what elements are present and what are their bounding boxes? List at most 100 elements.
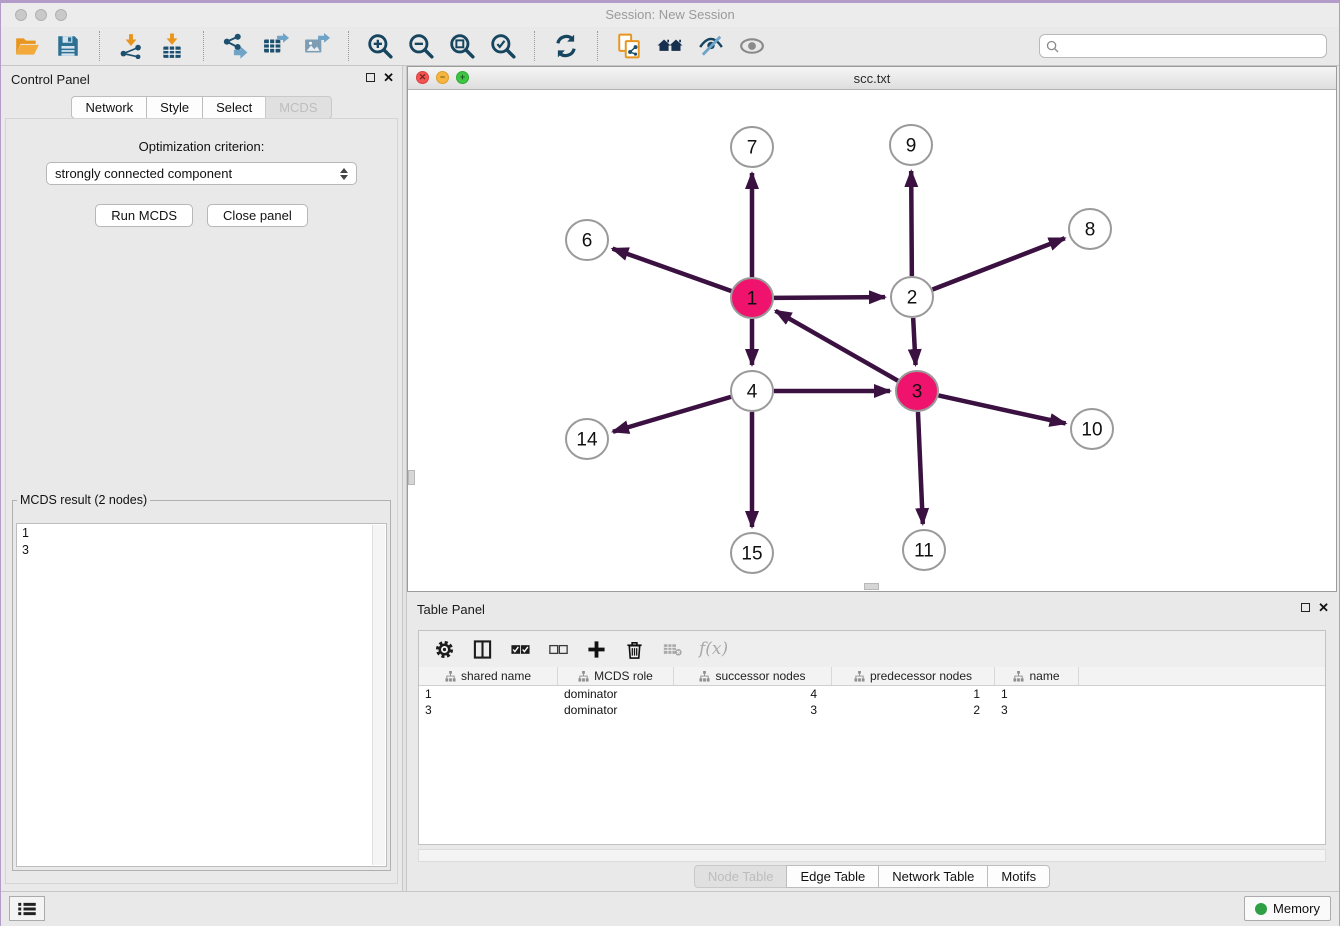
- show-columns-icon[interactable]: [471, 638, 493, 660]
- import-table-button[interactable]: [158, 32, 186, 60]
- open-session-button[interactable]: [13, 32, 41, 60]
- table-cell[interactable]: 3: [419, 702, 558, 718]
- column-header-mcds-role[interactable]: MCDS role: [558, 667, 674, 685]
- deselect-all-icon[interactable]: [547, 638, 569, 660]
- graph-node-label: 11: [914, 541, 934, 562]
- graph-node-11[interactable]: 11: [903, 530, 945, 570]
- graph-node-label: 2: [907, 288, 918, 309]
- table-cell[interactable]: dominator: [558, 686, 674, 702]
- column-header-name[interactable]: name: [995, 667, 1079, 685]
- graph-edge-2-9[interactable]: [911, 171, 912, 276]
- graph-node-label: 9: [906, 136, 917, 157]
- table-panel-title: Table Panel: [417, 602, 485, 617]
- zoom-in-button[interactable]: [366, 32, 394, 60]
- task-history-button[interactable]: [9, 896, 45, 921]
- table-tab-network-table[interactable]: Network Table: [878, 865, 988, 888]
- table-cell[interactable]: 2: [832, 702, 995, 718]
- graph-node-label: 7: [747, 138, 758, 159]
- network-canvas[interactable]: 1 2 3 4 6 7 8 9 10 11 14 15: [408, 89, 1336, 591]
- column-header-predecessor-nodes[interactable]: predecessor nodes: [832, 667, 995, 685]
- show-graphics-button[interactable]: [738, 32, 766, 60]
- graph-node-8[interactable]: 8: [1069, 209, 1111, 249]
- float-table-panel-icon[interactable]: [1301, 603, 1310, 612]
- graph-edge-1-2[interactable]: [774, 297, 885, 298]
- save-session-button[interactable]: [54, 32, 82, 60]
- table-row[interactable]: 3dominator323: [419, 702, 1325, 718]
- run-mcds-button[interactable]: Run MCDS: [95, 204, 193, 227]
- tab-select[interactable]: Select: [202, 96, 266, 119]
- table-cell[interactable]: 1: [832, 686, 995, 702]
- graph-node-2[interactable]: 2: [891, 277, 933, 317]
- network-window-titlebar[interactable]: ✕ − + scc.txt: [408, 67, 1336, 90]
- column-header-label: MCDS role: [594, 669, 653, 683]
- graph-node-4[interactable]: 4: [731, 371, 773, 411]
- graph-edge-1-6[interactable]: [612, 249, 731, 291]
- close-panel-button[interactable]: Close panel: [207, 204, 308, 227]
- table-cell[interactable]: 4: [674, 686, 832, 702]
- graph-node-7[interactable]: 7: [731, 127, 773, 167]
- tab-style[interactable]: Style: [146, 96, 203, 119]
- table-tab-motifs[interactable]: Motifs: [987, 865, 1050, 888]
- search-icon: [1046, 40, 1059, 53]
- add-row-icon[interactable]: [585, 638, 607, 660]
- import-network-button[interactable]: [117, 32, 145, 60]
- export-network-button[interactable]: [221, 32, 249, 60]
- network-horizontal-scrollbar[interactable]: [864, 583, 879, 590]
- graph-edge-3-1[interactable]: [776, 311, 898, 381]
- column-header-label: shared name: [461, 669, 531, 683]
- table-cell[interactable]: 3: [674, 702, 832, 718]
- zoom-selected-button[interactable]: [489, 32, 517, 60]
- graph-node-9[interactable]: 9: [890, 125, 932, 165]
- graph-node-3[interactable]: 3: [896, 371, 938, 411]
- column-header-successor-nodes[interactable]: successor nodes: [674, 667, 832, 685]
- graph-edge-3-10[interactable]: [938, 395, 1065, 423]
- table-row[interactable]: 1dominator411: [419, 686, 1325, 702]
- tab-network[interactable]: Network: [71, 96, 147, 119]
- float-panel-icon[interactable]: [366, 73, 375, 82]
- export-table-button[interactable]: [262, 32, 290, 60]
- graph-edge-2-3[interactable]: [913, 318, 915, 365]
- control-panel-tabs: NetworkStyleSelectMCDS: [1, 96, 402, 119]
- column-header-shared-name[interactable]: shared name: [419, 667, 558, 685]
- export-image-button[interactable]: [303, 32, 331, 60]
- table-tab-node-table[interactable]: Node Table: [694, 865, 788, 888]
- table-cell[interactable]: 1: [419, 686, 558, 702]
- result-scrollbar[interactable]: [372, 525, 385, 865]
- network-vertical-scrollbar[interactable]: [408, 470, 415, 485]
- graph-node-1[interactable]: 1: [731, 278, 773, 318]
- mcds-result-text: 1 3: [17, 524, 386, 560]
- table-cell[interactable]: dominator: [558, 702, 674, 718]
- close-panel-icon[interactable]: ✕: [383, 72, 394, 83]
- graph-edge-3-11[interactable]: [918, 412, 923, 524]
- criterion-dropdown[interactable]: strongly connected component: [46, 162, 357, 185]
- graph-node-14[interactable]: 14: [566, 419, 608, 459]
- search-input[interactable]: [1063, 38, 1320, 54]
- status-bar: Memory: [1, 891, 1339, 926]
- memory-button[interactable]: Memory: [1244, 896, 1331, 921]
- graph-node-6[interactable]: 6: [566, 220, 608, 260]
- delete-row-icon[interactable]: [623, 638, 645, 660]
- mcds-result-box[interactable]: 1 3: [16, 523, 387, 867]
- home-button[interactable]: [656, 32, 684, 60]
- hide-graphics-button[interactable]: [697, 32, 725, 60]
- criterion-dropdown-value: strongly connected component: [55, 166, 340, 181]
- graph-edge-2-8[interactable]: [933, 238, 1065, 289]
- clone-network-button[interactable]: [615, 32, 643, 60]
- close-table-panel-icon[interactable]: ✕: [1318, 602, 1329, 613]
- refresh-button[interactable]: [552, 32, 580, 60]
- table-horizontal-scrollbar[interactable]: [418, 849, 1326, 862]
- select-all-icon[interactable]: [509, 638, 531, 660]
- control-panel-header: Control Panel ✕: [1, 66, 402, 92]
- graph-node-10[interactable]: 10: [1071, 409, 1113, 449]
- table-settings-icon[interactable]: [433, 638, 455, 660]
- table-cell[interactable]: 1: [995, 686, 1079, 702]
- graph-node-15[interactable]: 15: [731, 533, 773, 573]
- zoom-fit-button[interactable]: [448, 32, 476, 60]
- mcds-panel: Optimization criterion: strongly connect…: [5, 118, 398, 884]
- zoom-out-button[interactable]: [407, 32, 435, 60]
- table-cell[interactable]: 3: [995, 702, 1079, 718]
- tab-mcds[interactable]: MCDS: [265, 96, 331, 119]
- graph-edge-4-14[interactable]: [613, 397, 731, 432]
- column-header-label: predecessor nodes: [870, 669, 972, 683]
- table-tab-edge-table[interactable]: Edge Table: [786, 865, 879, 888]
